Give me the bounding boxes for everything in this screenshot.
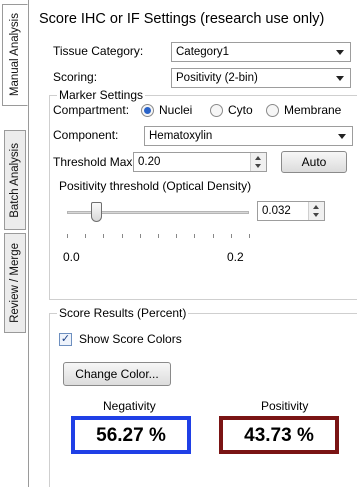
auto-button[interactable]: Auto: [281, 151, 347, 173]
component-value: Hematoxylin: [149, 130, 213, 142]
radio-cyto-label: Cyto: [228, 103, 253, 117]
tissue-category-label: Tissue Category:: [53, 44, 144, 58]
radio-cyto[interactable]: [210, 104, 223, 117]
tab-review-merge-label: Review / Merge: [9, 243, 21, 323]
scoring-value: Positivity (2-bin): [176, 72, 258, 84]
radio-nuclei[interactable]: [141, 104, 154, 117]
show-score-colors-label: Show Score Colors: [79, 332, 182, 346]
slider-tick: [176, 234, 178, 238]
positivity-threshold-label: Positivity threshold (Optical Density): [59, 179, 252, 193]
settings-panel: Score IHC or IF Settings (research use o…: [28, 0, 357, 487]
positivity-threshold-slider[interactable]: [91, 202, 103, 222]
positivity-threshold-value: 0.032: [262, 205, 291, 217]
compartment-label: Compartment:: [53, 103, 130, 117]
panel-title: Score IHC or IF Settings (research use o…: [39, 11, 325, 27]
tab-manual-analysis-label: Manual Analysis: [9, 13, 21, 97]
score-results-title: Score Results (Percent): [57, 306, 189, 320]
chevron-down-icon: [336, 76, 344, 81]
tab-batch-analysis[interactable]: Batch Analysis: [4, 130, 26, 230]
threshold-max-value: 0.20: [138, 156, 161, 168]
tissue-category-dropdown[interactable]: Category1: [171, 42, 351, 62]
chevron-down-icon: [336, 50, 344, 55]
scoring-dropdown[interactable]: Positivity (2-bin): [171, 68, 351, 88]
slider-tick: [103, 234, 105, 238]
chevron-down-icon: [338, 134, 346, 139]
positivity-value: 43.73 %: [219, 416, 339, 454]
slider-min-label: 0.0: [63, 250, 80, 264]
spin-down-icon: [255, 164, 261, 168]
slider-tick: [121, 234, 123, 238]
component-dropdown[interactable]: Hematoxylin: [144, 126, 353, 146]
slider-tick: [85, 234, 87, 238]
show-score-colors-checkbox[interactable]: ✓: [59, 333, 72, 346]
tissue-category-value: Category1: [176, 46, 230, 58]
slider-tick: [194, 234, 196, 238]
component-label: Component:: [53, 128, 119, 142]
tab-batch-analysis-label: Batch Analysis: [9, 142, 21, 218]
slider-tick: [139, 234, 141, 238]
positivity-threshold-input[interactable]: 0.032: [257, 201, 325, 221]
negativity-label: Negativity: [103, 399, 156, 413]
positivity-label: Positivity: [261, 399, 309, 413]
spin-up-icon: [255, 156, 261, 160]
marker-settings-title: Marker Settings: [57, 88, 146, 102]
radio-nuclei-label: Nuclei: [159, 103, 193, 117]
negativity-value: 56.27 %: [71, 416, 191, 454]
positivity-threshold-spinner[interactable]: [308, 202, 324, 220]
change-color-button[interactable]: Change Color...: [63, 362, 171, 386]
vertical-tab-strip: Manual Analysis Batch Analysis Review / …: [0, 0, 30, 487]
threshold-max-input[interactable]: 0.20: [133, 152, 267, 172]
spin-up-icon: [313, 205, 319, 209]
tab-manual-analysis[interactable]: Manual Analysis: [2, 4, 28, 106]
threshold-max-label: Threshold Max:: [53, 155, 136, 169]
scoring-label: Scoring:: [53, 70, 98, 84]
radio-membrane[interactable]: [266, 104, 279, 117]
slider-tick: [230, 234, 232, 238]
spin-down-icon: [313, 213, 319, 217]
slider-max-label: 0.2: [227, 250, 244, 264]
slider-tick: [212, 234, 214, 238]
radio-membrane-label: Membrane: [284, 103, 342, 117]
slider-tick: [158, 234, 159, 238]
threshold-max-spinner[interactable]: [250, 153, 266, 171]
tab-review-merge[interactable]: Review / Merge: [4, 233, 26, 333]
slider-tick: [249, 234, 250, 238]
slider-tick: [67, 234, 68, 238]
